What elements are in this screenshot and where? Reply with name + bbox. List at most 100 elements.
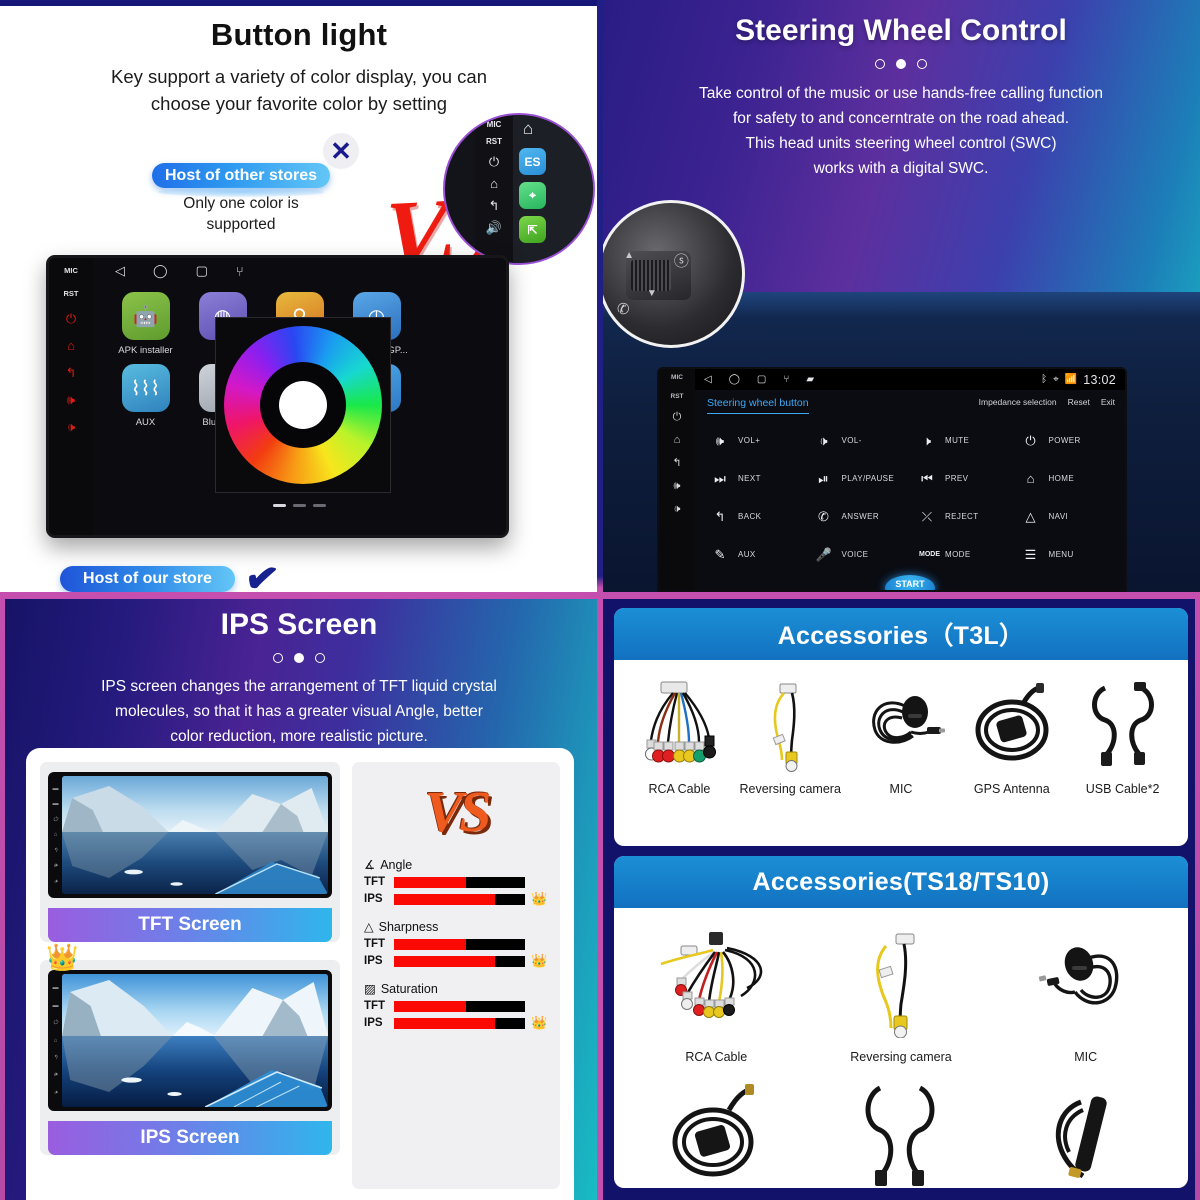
panel-accessories: Accessories（T3L） RCA Cable Reversing cam… [602,598,1200,1200]
swc-button-label: VOL+ [738,435,761,445]
swc-button-power[interactable]: ⏻ POWER [1014,421,1118,459]
swc-button-aux[interactable]: ✎ AUX [703,535,807,573]
swc-button-vol-down[interactable]: 🕩 VOL- [807,421,911,459]
swc-button-mode[interactable]: MODE MODE [910,535,1014,573]
volume-up-icon: 🕪 [715,432,725,448]
home-icon[interactable]: ⌂ [67,339,75,352]
phone-answer-icon: ✆ [818,508,829,524]
swc-button-navi[interactable]: △ NAVI [1014,497,1118,535]
swc-button-next[interactable]: ⏭ NEXT [703,459,807,497]
ips-comparison-card: ▬ ▬ ⏻ ⌂ ↰ 🕪 🕩 TFT Screen 👑 ▬ ▬ ⏻ ⌂ ↰ 🕪 🕩… [26,748,574,1200]
carousel-dot-active[interactable] [294,653,304,663]
progress-fill [394,876,467,888]
carousel-dot[interactable] [273,653,283,663]
panel-button-light: Button light Key support a variety of co… [0,0,598,592]
swc-button-menu[interactable]: ☰ MENU [1014,535,1118,573]
row-label: IPS [364,1017,383,1029]
swc-button-vol-up[interactable]: 🕪 VOL+ [703,421,807,459]
volume-up-icon[interactable]: 🕪 [674,481,681,492]
navi-arrow-icon: △ [1025,508,1036,524]
swc-button-label: PREV [945,473,969,483]
color-picker-center[interactable] [279,381,327,429]
page-dot[interactable] [313,504,326,507]
home-icon: ⌂ [53,832,58,838]
page-dot[interactable] [273,504,286,507]
key-mic[interactable]: MIC [671,374,683,381]
impedance-selection-button[interactable]: Impedance selection [979,397,1057,407]
carousel-dot[interactable] [875,59,885,69]
subtitle-line-1: IPS screen changes the arrangement of TF… [101,678,497,695]
progress-bar [394,938,525,950]
screen-share-icon[interactable]: ⇱ [519,216,546,243]
back-icon: ↰ [52,1054,59,1061]
home-circle-icon[interactable]: ◯ [153,263,168,279]
volume-down-icon[interactable]: 🕩 [674,504,681,515]
accessory-label: USB Cable*2 [1085,782,1160,796]
swc-button-play-pause[interactable]: ⏯ PLAY/PAUSE [807,459,911,497]
power-icon[interactable]: ⏻ [673,412,682,423]
es-file-explorer-icon[interactable]: ES [519,148,546,175]
volume-down-icon[interactable]: 🕩 [67,420,75,433]
location-icon: ⌖ [1053,374,1059,385]
ips-wallpaper-mountains [62,974,328,1107]
swc-button-home[interactable]: ⌂ HOME [1014,459,1118,497]
screen-comparison-column: ▬ ▬ ⏻ ⌂ ↰ 🕪 🕩 TFT Screen 👑 ▬ ▬ ⏻ ⌂ ↰ 🕪 🕩… [40,762,340,1189]
swc-button-label: NAVI [1048,511,1069,521]
home-icon[interactable]: ⌂ [674,435,681,446]
aux-jack-icon: ⌇⌇⌇ [121,364,170,412]
back-triangle-icon[interactable]: ◁ [704,374,712,385]
home-icon: ⌂ [490,176,498,191]
swc-button-label: PLAY/PAUSE [841,473,895,483]
app-aux[interactable]: ⌇⌇⌇ AUX [107,364,184,428]
reset-button[interactable]: Reset [1068,397,1090,407]
start-button[interactable]: START [885,575,935,590]
maps-icon[interactable]: ⌖ [519,182,546,209]
row-label: TFT [364,1000,386,1012]
back-icon: ↰ [488,198,500,213]
swc-button-voice[interactable]: 🎤 VOICE [807,535,911,573]
accessory-gps-antenna: GPS Antenna [624,1076,809,1188]
color-picker-dialog[interactable] [215,317,391,493]
page-dot[interactable] [293,504,306,507]
home-circle-icon[interactable]: ◯ [729,374,740,385]
swc-button-back[interactable]: ↰ BACK [703,497,807,535]
back-triangle-icon[interactable]: ◁ [115,263,125,279]
tab-steering-wheel-button[interactable]: Steering wheel button [707,397,809,414]
swc-button-reject[interactable]: ⤫ REJECT [910,497,1014,535]
usb-icon: ⑂ [235,263,244,279]
exit-button[interactable]: Exit [1101,397,1115,407]
panel-border-right [1195,592,1200,1200]
device-side-keys: ▬ ▬ ⏻ ⌂ ↰ 🕪 🕩 [50,776,61,894]
tft-wallpaper-mountains [62,776,328,894]
key-mic[interactable]: MIC [64,266,78,275]
back-icon[interactable]: ↰ [66,366,77,379]
swc-button-mute[interactable]: 🕨 MUTE [910,421,1014,459]
recents-square-icon[interactable]: ▢ [196,263,208,279]
carousel-dot[interactable] [315,653,325,663]
recents-square-icon[interactable]: ▢ [757,374,766,385]
volume-up-icon[interactable]: 🕪 [67,393,75,406]
accessories-t3l-grid: RCA Cable Reversing camera MIC GPS Anten… [614,660,1188,806]
panel-swc-title: Steering Wheel Control [735,14,1067,47]
key-rst[interactable]: RST [64,289,79,298]
swc-button-label: BACK [738,511,762,521]
swc-button-label: VOL- [841,435,862,445]
carousel-dot[interactable] [917,59,927,69]
metric-row-tft: TFT [364,876,548,888]
status-right: ᛒ ⌖ 📶 13:02 [1041,373,1116,387]
carousel-dot-active[interactable] [896,59,906,69]
power-icon[interactable]: ⏻ [66,312,76,325]
app-apk-installer[interactable]: 🤖 APK installer [107,292,184,356]
page-indicator [93,504,506,507]
volume-down-icon: 🕩 [819,432,828,448]
key-rst[interactable]: RST [671,393,684,400]
panel-separator-horizontal [0,592,1200,599]
metric-header: ∡ Angle [364,857,548,873]
mode-text-icon: MODE [919,550,940,558]
volume-up-icon: 🕪 [53,1072,58,1079]
back-icon[interactable]: ↰ [672,458,681,469]
swc-button-answer[interactable]: ✆ ANSWER [807,497,911,535]
swc-button-prev[interactable]: ⏮ PREV [910,459,1014,497]
accessory-label: GPS Antenna [973,782,1050,796]
accessory-usb-cable: USB Cable*2 [809,1076,994,1188]
